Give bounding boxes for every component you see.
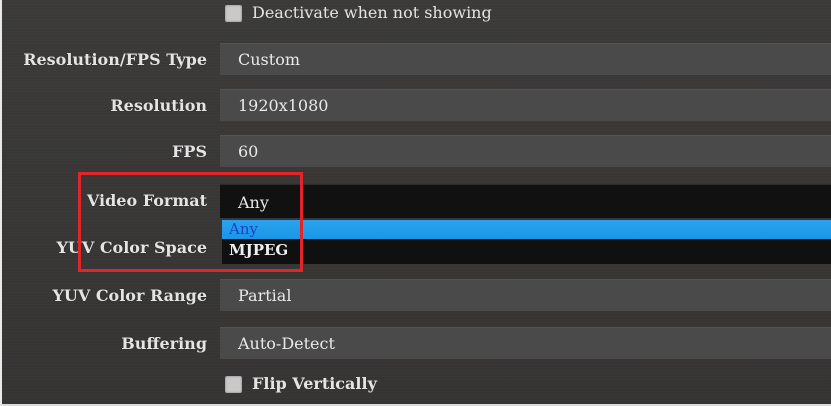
buffering-select[interactable]: Auto-Detect [220,327,831,359]
deactivate-when-not-showing-checkbox[interactable] [225,5,242,22]
fps-value: 60 [238,142,259,161]
resolution-fps-type-label: Resolution/FPS Type [23,50,207,69]
resolution-label: Resolution [110,96,207,115]
fps-select[interactable]: 60 [220,135,831,167]
resolution-value: 1920x1080 [238,96,329,115]
deactivate-when-not-showing-label: Deactivate when not showing [252,3,492,22]
yuv-color-range-value: Partial [238,286,292,305]
yuv-color-range-label: YUV Color Range [52,286,207,305]
video-format-option-mjpeg[interactable]: MJPEG [222,241,831,260]
yuv-color-range-select[interactable]: Partial [220,279,831,311]
video-format-dropdown-list: Any MJPEG [222,220,831,264]
fps-label: FPS [172,142,207,161]
video-format-select[interactable]: Any [220,184,831,218]
annotation-highlight-box [78,172,303,272]
buffering-value: Auto-Detect [238,334,335,353]
resolution-fps-type-select[interactable]: Custom [220,43,831,75]
resolution-select[interactable]: 1920x1080 [220,89,831,121]
flip-vertically-label: Flip Vertically [252,374,377,393]
resolution-fps-type-value: Custom [238,50,300,69]
buffering-label: Buffering [121,334,207,353]
flip-vertically-checkbox[interactable] [225,376,242,393]
properties-panel: Deactivate when not showing Resolution/F… [0,0,831,406]
video-format-option-any[interactable]: Any [222,220,831,239]
